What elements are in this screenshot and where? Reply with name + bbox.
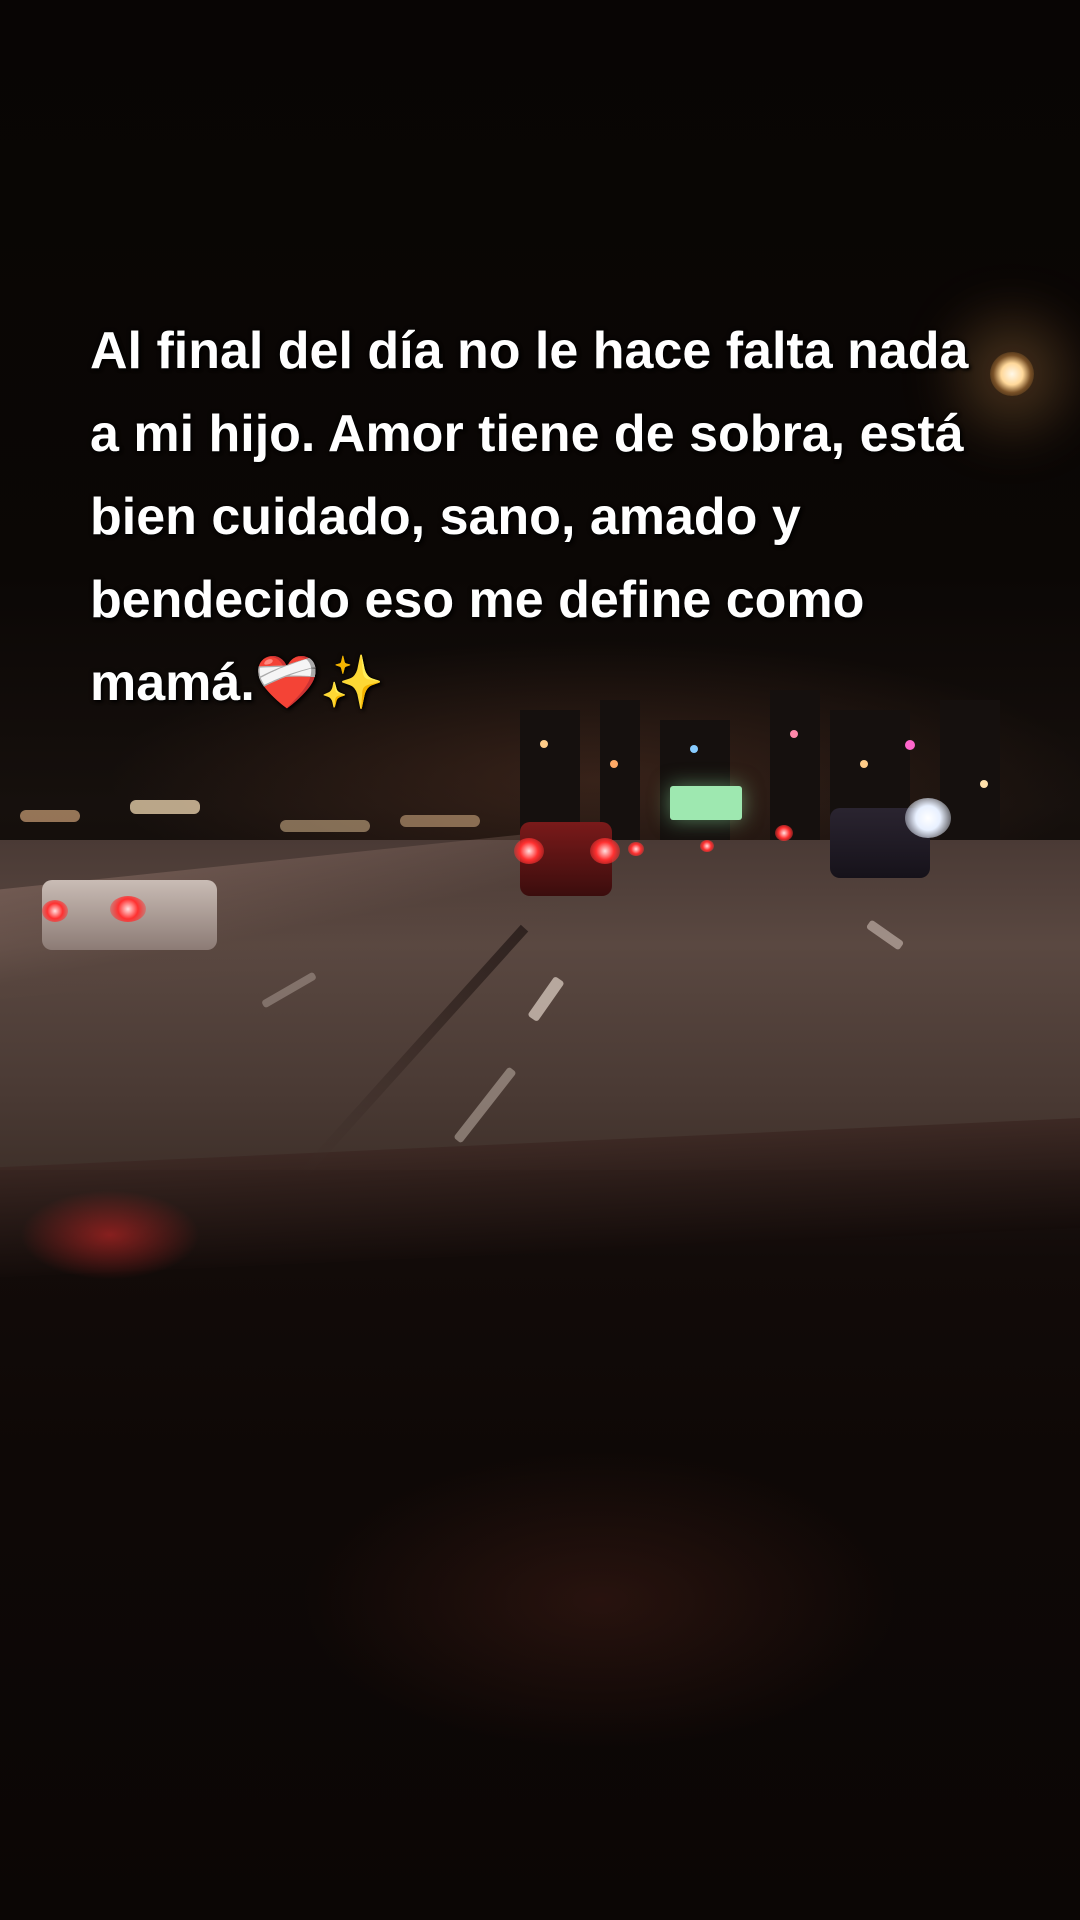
billboard — [670, 786, 742, 820]
taillight — [700, 840, 714, 852]
taillight — [514, 838, 544, 864]
street-lamp — [990, 352, 1034, 396]
dashboard-reflection — [20, 1190, 200, 1280]
taillight — [628, 842, 644, 856]
dashboard-glow — [300, 1450, 900, 1750]
taillight — [110, 896, 146, 922]
video-frame: Al final del día no le hace falta nada a… — [0, 0, 1080, 1920]
headlight — [905, 798, 951, 838]
taillight — [775, 825, 793, 841]
taillight — [42, 900, 68, 922]
caption-text: Al final del día no le hace falta nada a… — [90, 322, 969, 712]
taillight — [590, 838, 620, 864]
